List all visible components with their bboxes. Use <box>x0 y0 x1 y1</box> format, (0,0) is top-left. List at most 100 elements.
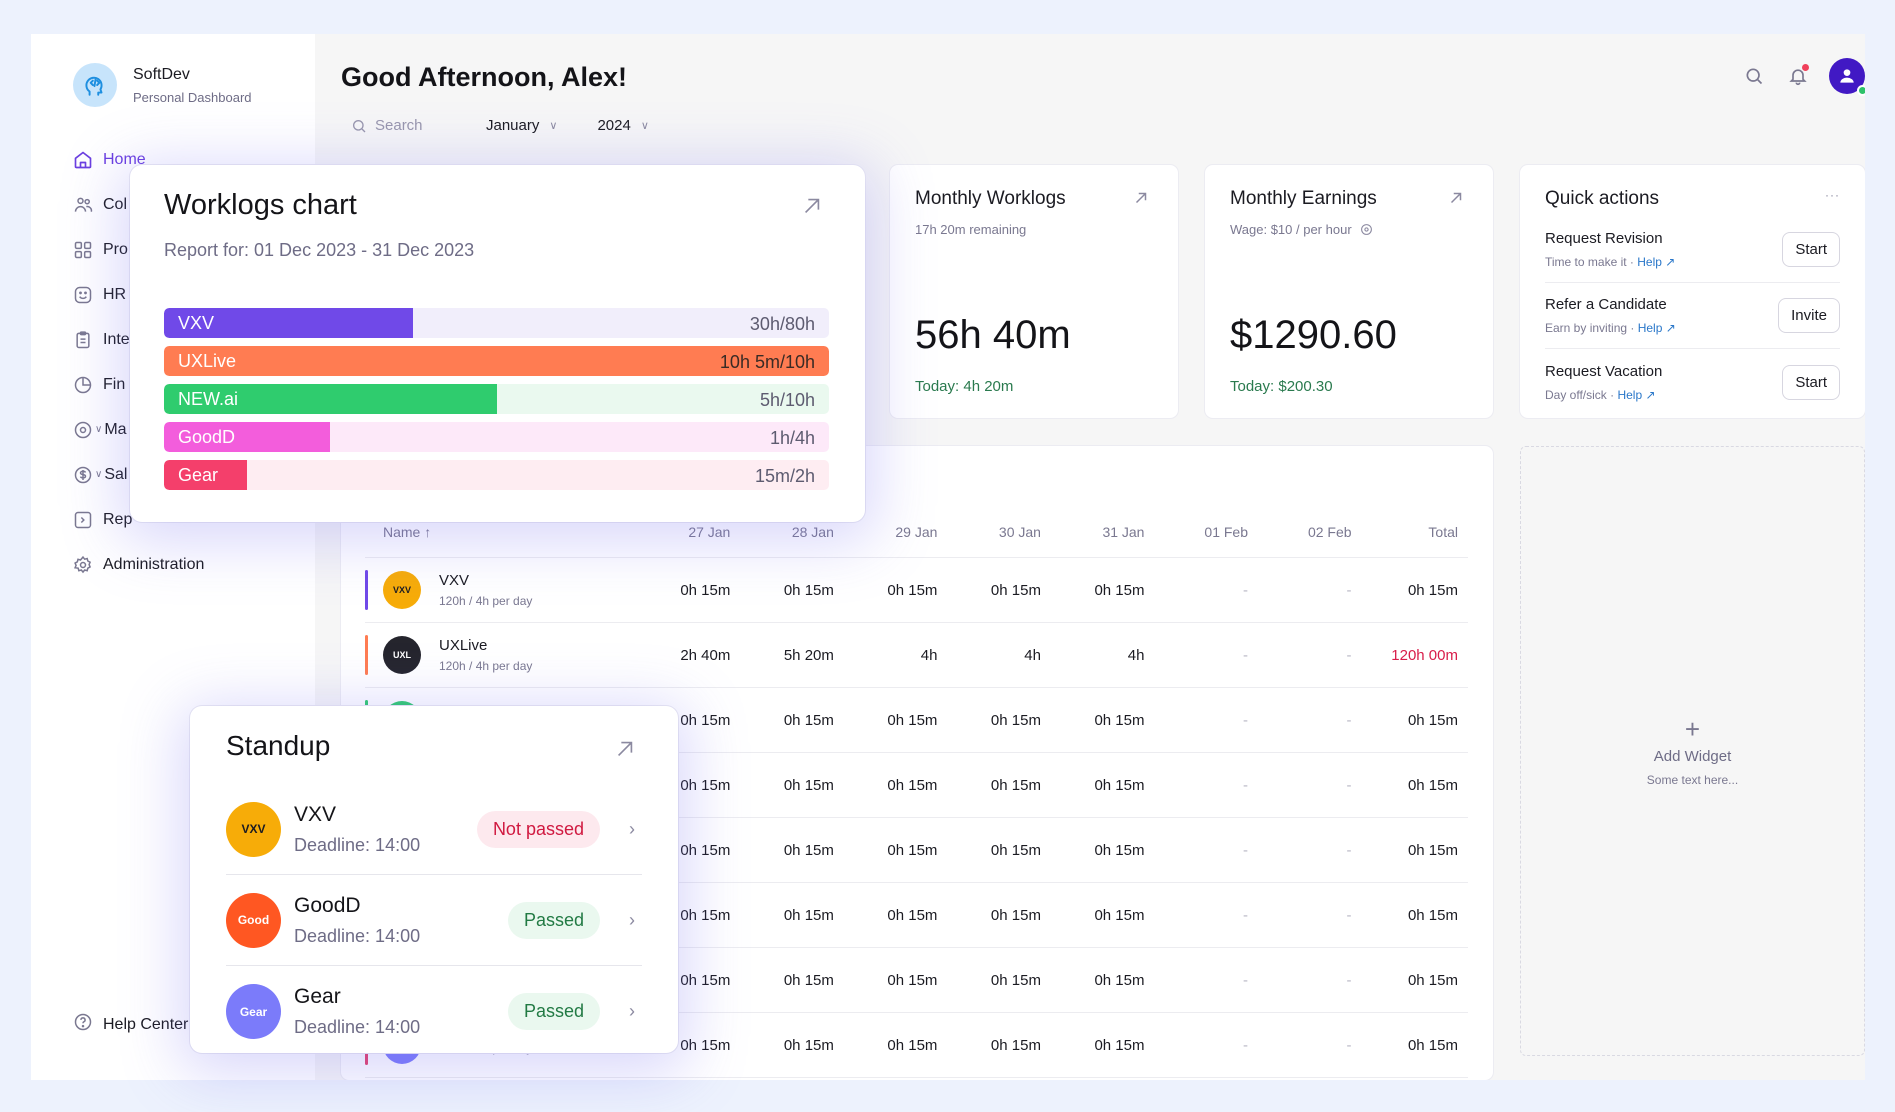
day-cell: 0h 15m <box>1094 841 1145 859</box>
status-badge: Passed <box>507 993 600 1030</box>
arrow-up-right-icon[interactable] <box>801 195 823 217</box>
eye-icon[interactable] <box>1360 223 1373 236</box>
project-sub: 120h / 4h per day <box>439 659 533 673</box>
day-cell: - <box>1346 906 1352 924</box>
chevron-right-icon[interactable]: › <box>622 1001 642 1022</box>
month-value: January <box>486 117 540 134</box>
pie-icon <box>73 375 93 395</box>
clipboard-icon <box>73 330 93 350</box>
column-header[interactable]: 28 Jan <box>730 524 834 540</box>
quick-action-item: Request Vacation Day off/sick · Help ↗ Sta… <box>1545 349 1840 415</box>
quick-action-button[interactable]: Start <box>1782 364 1840 400</box>
help-link[interactable]: Help ↗ <box>1617 388 1655 402</box>
standup-text: VXV Deadline: 14:00 <box>294 803 477 856</box>
add-widget-placeholder[interactable]: + Add Widget Some text here... <box>1520 446 1865 1056</box>
remaining-text: 17h 20m remaining <box>915 222 1027 237</box>
table-row[interactable]: VXV VXV 120h / 4h per day 0h 15m 0h 15m 0h 15… <box>365 558 1468 623</box>
quick-action-desc: Time to make it · Help ↗ <box>1545 255 1676 269</box>
day-cell: - <box>1243 971 1249 989</box>
standup-name: GoodD <box>294 893 361 917</box>
bar-category-label: VXV <box>178 313 215 333</box>
day-cell: 0h 15m <box>783 1036 834 1054</box>
day-cell: 0h 15m <box>990 711 1041 729</box>
chevron-right-icon[interactable]: › <box>622 910 642 931</box>
day-cell: - <box>1243 1036 1249 1054</box>
bar-value-label: 10h 5m/10h <box>719 352 815 372</box>
day-cell: - <box>1346 776 1352 794</box>
month-select[interactable]: January ∨ <box>486 117 557 134</box>
avatar[interactable] <box>1829 58 1865 96</box>
chart-bars: VXV 30h/80h UXLive 10h 5m/10h NEW.ai 5h/10h Go… <box>164 308 829 498</box>
users-icon <box>73 195 93 215</box>
quick-actions-list: Request Revision Time to make it · Help ↗… <box>1545 217 1840 415</box>
column-header[interactable]: 01 Feb <box>1144 524 1248 540</box>
standup-avatar: Gear <box>226 984 281 1039</box>
day-cell: 0h 15m <box>783 581 834 599</box>
year-select[interactable]: 2024 ∨ <box>597 117 648 134</box>
wage-text: Wage: $10 / per hour <box>1230 222 1352 237</box>
day-cell: 0h 15m <box>887 1036 938 1054</box>
arrow-up-right-icon[interactable] <box>614 738 636 760</box>
more-icon[interactable]: ··· <box>1825 188 1840 210</box>
day-cell: 0h 15m <box>887 841 938 859</box>
column-header[interactable]: 31 Jan <box>1041 524 1144 540</box>
chevron-down-icon: ∨ <box>549 120 558 132</box>
sidebar-item-administration[interactable]: Administration <box>73 542 204 587</box>
notifications-button[interactable] <box>1785 63 1811 89</box>
column-header[interactable]: Name ↑ <box>365 524 627 540</box>
total-cell: 120h 00m <box>1391 646 1458 664</box>
row-color-bar <box>365 570 368 610</box>
standup-item[interactable]: Good GoodD Deadline: 14:00 Passed › <box>226 875 642 966</box>
search-button[interactable] <box>1741 63 1767 89</box>
day-cell: 0h 15m <box>1094 1036 1145 1054</box>
chevron-down-icon: ∨ <box>640 120 649 132</box>
card-title: Monthly Worklogs <box>915 188 1066 209</box>
help-center-link[interactable]: Help Center <box>73 1012 188 1037</box>
day-cell: 0h 15m <box>887 906 938 924</box>
sidebar-item-label: HR <box>103 285 127 303</box>
column-header[interactable]: 27 Jan <box>627 524 730 540</box>
standup-name: VXV <box>294 802 337 826</box>
chart-subtitle: Report for: 01 Dec 2023 - 31 Dec 2023 <box>164 240 475 260</box>
monthly-earnings-card: Monthly Earnings Wage: $10 / per hour $1… <box>1205 165 1493 418</box>
search-input[interactable]: Search <box>351 117 461 134</box>
day-cell: 0h 15m <box>990 841 1041 859</box>
standup-item[interactable]: VXV VXV Deadline: 14:00 Not passed › <box>226 784 642 875</box>
day-cell: 0h 15m <box>783 971 834 989</box>
day-cell: 0h 15m <box>887 971 938 989</box>
bar-track: VXV 30h/80h <box>164 308 829 338</box>
add-widget-title: Add Widget <box>1653 747 1732 765</box>
column-header[interactable]: 02 Feb <box>1248 524 1352 540</box>
total-cell: 0h 15m <box>1407 906 1458 924</box>
home-icon <box>73 150 93 170</box>
sidebar-item-label: Inte <box>103 330 130 348</box>
arrow-up-right-icon[interactable] <box>1447 189 1465 207</box>
day-cell: 2h 40m <box>680 646 731 664</box>
column-header[interactable]: Total <box>1352 524 1468 540</box>
status-badge: Passed <box>507 901 600 939</box>
brand[interactable]: SoftDev Personal Dashboard <box>73 63 252 107</box>
chevron-right-icon[interactable]: › <box>622 819 642 840</box>
row-color-bar <box>365 635 368 675</box>
quick-action-desc: Earn by inviting · Help ↗ <box>1545 321 1676 335</box>
sidebar-item-label: Pro <box>103 240 128 258</box>
quick-action-name: Refer a Candidate <box>1545 296 1667 313</box>
brand-name: SoftDev <box>133 65 190 83</box>
day-cell: 0h 15m <box>680 581 731 599</box>
quick-action-button[interactable]: Invite <box>1778 298 1840 333</box>
chevron-down-icon: ∨ <box>95 424 103 435</box>
help-link[interactable]: Help ↗ <box>1638 321 1676 335</box>
quick-action-text: Request Revision Time to make it · Help ↗ <box>1545 230 1675 269</box>
table-row[interactable]: UXL UXLive 120h / 4h per day 2h 40m 5h 20m 4h… <box>365 623 1468 688</box>
project-avatar: UXL <box>383 636 421 674</box>
column-header[interactable]: 30 Jan <box>937 524 1041 540</box>
project-text: VXV 120h / 4h per day <box>439 572 532 608</box>
bar-value-label: 15m/2h <box>754 466 815 486</box>
quick-action-button[interactable]: Start <box>1782 232 1840 267</box>
help-link[interactable]: Help ↗ <box>1637 255 1675 269</box>
arrow-up-right-icon[interactable] <box>1132 189 1150 207</box>
standup-item[interactable]: Gear Gear Deadline: 14:00 Passed › <box>226 966 642 1057</box>
day-cell: 4h <box>1127 646 1145 664</box>
day-cell: 0h 15m <box>990 906 1041 924</box>
column-header[interactable]: 29 Jan <box>834 524 937 540</box>
